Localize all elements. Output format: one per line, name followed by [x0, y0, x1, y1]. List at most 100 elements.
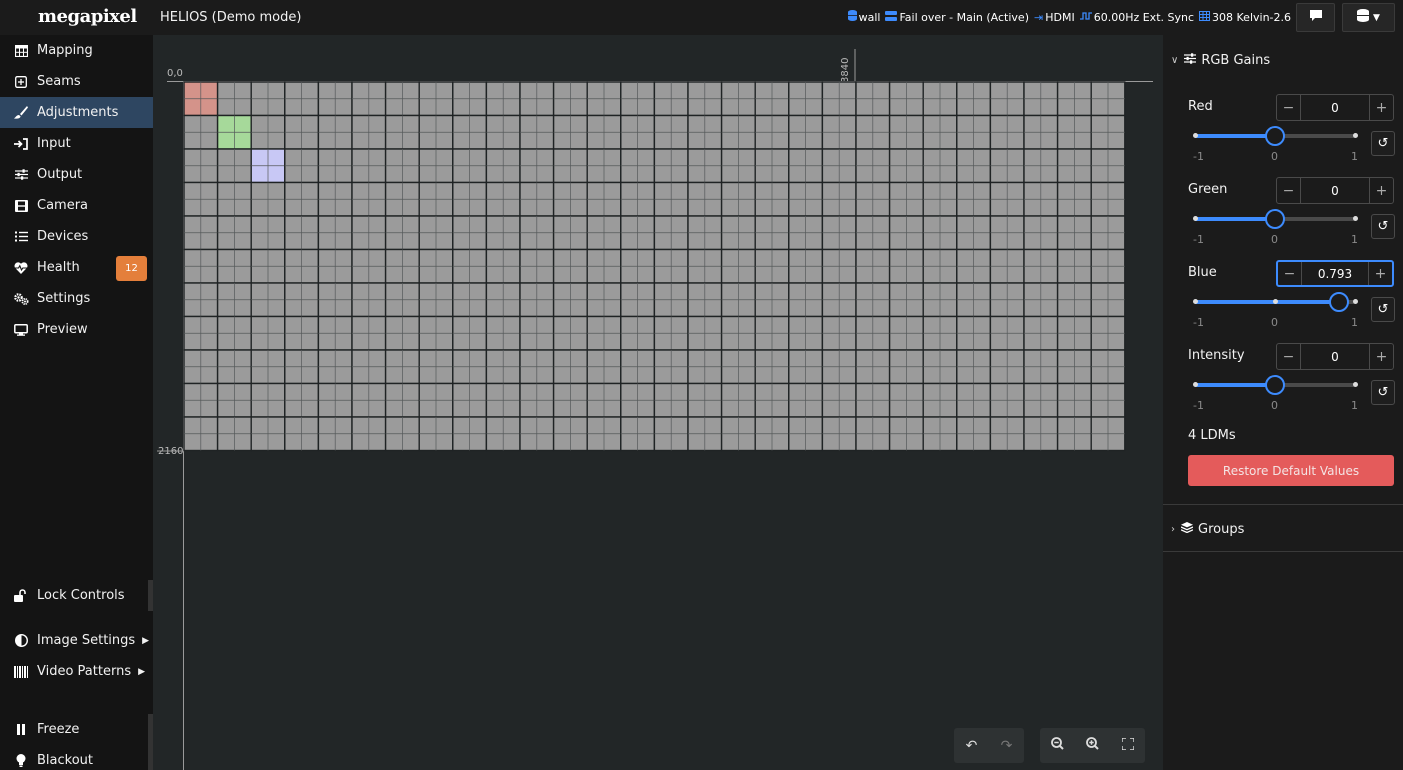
sidebar-item-preview[interactable]: Preview	[0, 314, 153, 345]
green-slider[interactable]	[1193, 208, 1358, 230]
panel-tile[interactable]	[888, 416, 924, 452]
panel-tile[interactable]	[418, 349, 454, 385]
green-slider-thumb[interactable]	[1265, 209, 1285, 229]
wall-canvas[interactable]: 0,0 3840 2160 ↶ ↷	[153, 35, 1163, 770]
panel-tile[interactable]	[284, 81, 320, 117]
zoom-out-button[interactable]	[1040, 728, 1075, 763]
status-grid-info[interactable]: 308 Kelvin-2.6	[1199, 10, 1291, 24]
panel-tile[interactable]	[418, 282, 454, 318]
panel-tile[interactable]	[519, 81, 555, 117]
panel-tile[interactable]	[653, 81, 689, 117]
panel-tile[interactable]	[653, 215, 689, 251]
panel-tile[interactable]	[989, 382, 1025, 418]
panel-tile[interactable]	[1023, 282, 1059, 318]
panel-tile[interactable]	[452, 282, 488, 318]
panel-tile[interactable]	[183, 215, 219, 251]
panel-tile[interactable]	[956, 181, 992, 217]
panel-tile[interactable]	[888, 215, 924, 251]
panel-tile[interactable]	[956, 315, 992, 351]
panel-tile[interactable]	[922, 248, 958, 284]
panel-tile[interactable]	[351, 248, 387, 284]
panel-tile[interactable]	[519, 215, 555, 251]
panel-tile[interactable]	[552, 148, 588, 184]
panel-tile[interactable]	[754, 248, 790, 284]
panel-tile[interactable]	[485, 315, 521, 351]
panel-tile[interactable]	[1056, 181, 1092, 217]
panel-tile[interactable]	[1090, 416, 1126, 452]
lock-controls-button[interactable]: Lock Controls	[0, 580, 153, 611]
panel-tile[interactable]	[922, 315, 958, 351]
panel-tile[interactable]	[552, 382, 588, 418]
panel-tile[interactable]	[754, 349, 790, 385]
panel-tile[interactable]	[620, 114, 656, 150]
panel-tile[interactable]	[418, 81, 454, 117]
panel-tile[interactable]	[452, 215, 488, 251]
panel-tile[interactable]	[284, 114, 320, 150]
green-increment-button[interactable]: +	[1369, 178, 1393, 203]
panel-tile[interactable]	[216, 248, 252, 284]
panel-tile[interactable]	[586, 248, 622, 284]
panel-tile[interactable]	[317, 148, 353, 184]
panel-tile[interactable]	[418, 248, 454, 284]
panel-tile[interactable]	[284, 382, 320, 418]
panel-tile[interactable]	[317, 181, 353, 217]
database-menu-button[interactable]: ▼	[1342, 3, 1395, 32]
panel-tile[interactable]	[384, 215, 420, 251]
panel-tile[interactable]	[956, 215, 992, 251]
panel-tile[interactable]	[1023, 114, 1059, 150]
panel-tile[interactable]	[687, 215, 723, 251]
panel-tile[interactable]	[250, 349, 286, 385]
panel-tile[interactable]	[821, 114, 857, 150]
panel-tile[interactable]	[351, 382, 387, 418]
panel-tile[interactable]	[317, 81, 353, 117]
panel-tile[interactable]	[620, 382, 656, 418]
panel-tile[interactable]	[620, 315, 656, 351]
panel-tile[interactable]	[620, 148, 656, 184]
panel-tile[interactable]	[552, 416, 588, 452]
panel-tile[interactable]	[351, 148, 387, 184]
panel-tile[interactable]	[1056, 382, 1092, 418]
panel-tile[interactable]	[317, 315, 353, 351]
panel-tile[interactable]	[687, 81, 723, 117]
panel-tile[interactable]	[317, 215, 353, 251]
panel-tile[interactable]	[519, 416, 555, 452]
panel-tile[interactable]	[754, 215, 790, 251]
panel-tile[interactable]	[1023, 382, 1059, 418]
panel-tile[interactable]	[418, 148, 454, 184]
panel-tile[interactable]	[720, 114, 756, 150]
panel-tile[interactable]	[922, 181, 958, 217]
blue-increment-button[interactable]: +	[1368, 262, 1392, 285]
panel-tile[interactable]	[687, 416, 723, 452]
fullscreen-button[interactable]	[1110, 728, 1145, 763]
intensity-reset-button[interactable]: ↺	[1371, 380, 1395, 405]
panel-tile[interactable]	[922, 416, 958, 452]
panel-tile[interactable]	[754, 416, 790, 452]
panel-tile[interactable]	[418, 215, 454, 251]
panel-tile[interactable]	[788, 382, 824, 418]
panel-tile[interactable]	[384, 114, 420, 150]
panel-tile[interactable]	[183, 416, 219, 452]
panel-tile[interactable]	[216, 282, 252, 318]
panel-tile[interactable]	[687, 114, 723, 150]
panel-tile[interactable]	[552, 215, 588, 251]
panel-tile[interactable]	[653, 181, 689, 217]
panel-tile[interactable]	[485, 81, 521, 117]
sidebar-item-mapping[interactable]: Mapping	[0, 35, 153, 66]
panel-tile[interactable]	[384, 248, 420, 284]
panel-tile[interactable]	[922, 114, 958, 150]
panel-tile[interactable]	[888, 148, 924, 184]
panel-tile[interactable]	[922, 81, 958, 117]
panel-tile[interactable]	[720, 315, 756, 351]
chat-button[interactable]	[1296, 3, 1335, 32]
zoom-in-button[interactable]	[1075, 728, 1110, 763]
panel-tile[interactable]	[788, 81, 824, 117]
panel-tile[interactable]	[821, 248, 857, 284]
panel-tile[interactable]	[519, 248, 555, 284]
sidebar-item-devices[interactable]: Devices	[0, 221, 153, 252]
panel-tile[interactable]	[317, 114, 353, 150]
panel-tile[interactable]	[956, 81, 992, 117]
panel-tile[interactable]	[821, 148, 857, 184]
panel-tile[interactable]	[720, 81, 756, 117]
panel-tile[interactable]	[586, 416, 622, 452]
panel-tile[interactable]	[485, 148, 521, 184]
